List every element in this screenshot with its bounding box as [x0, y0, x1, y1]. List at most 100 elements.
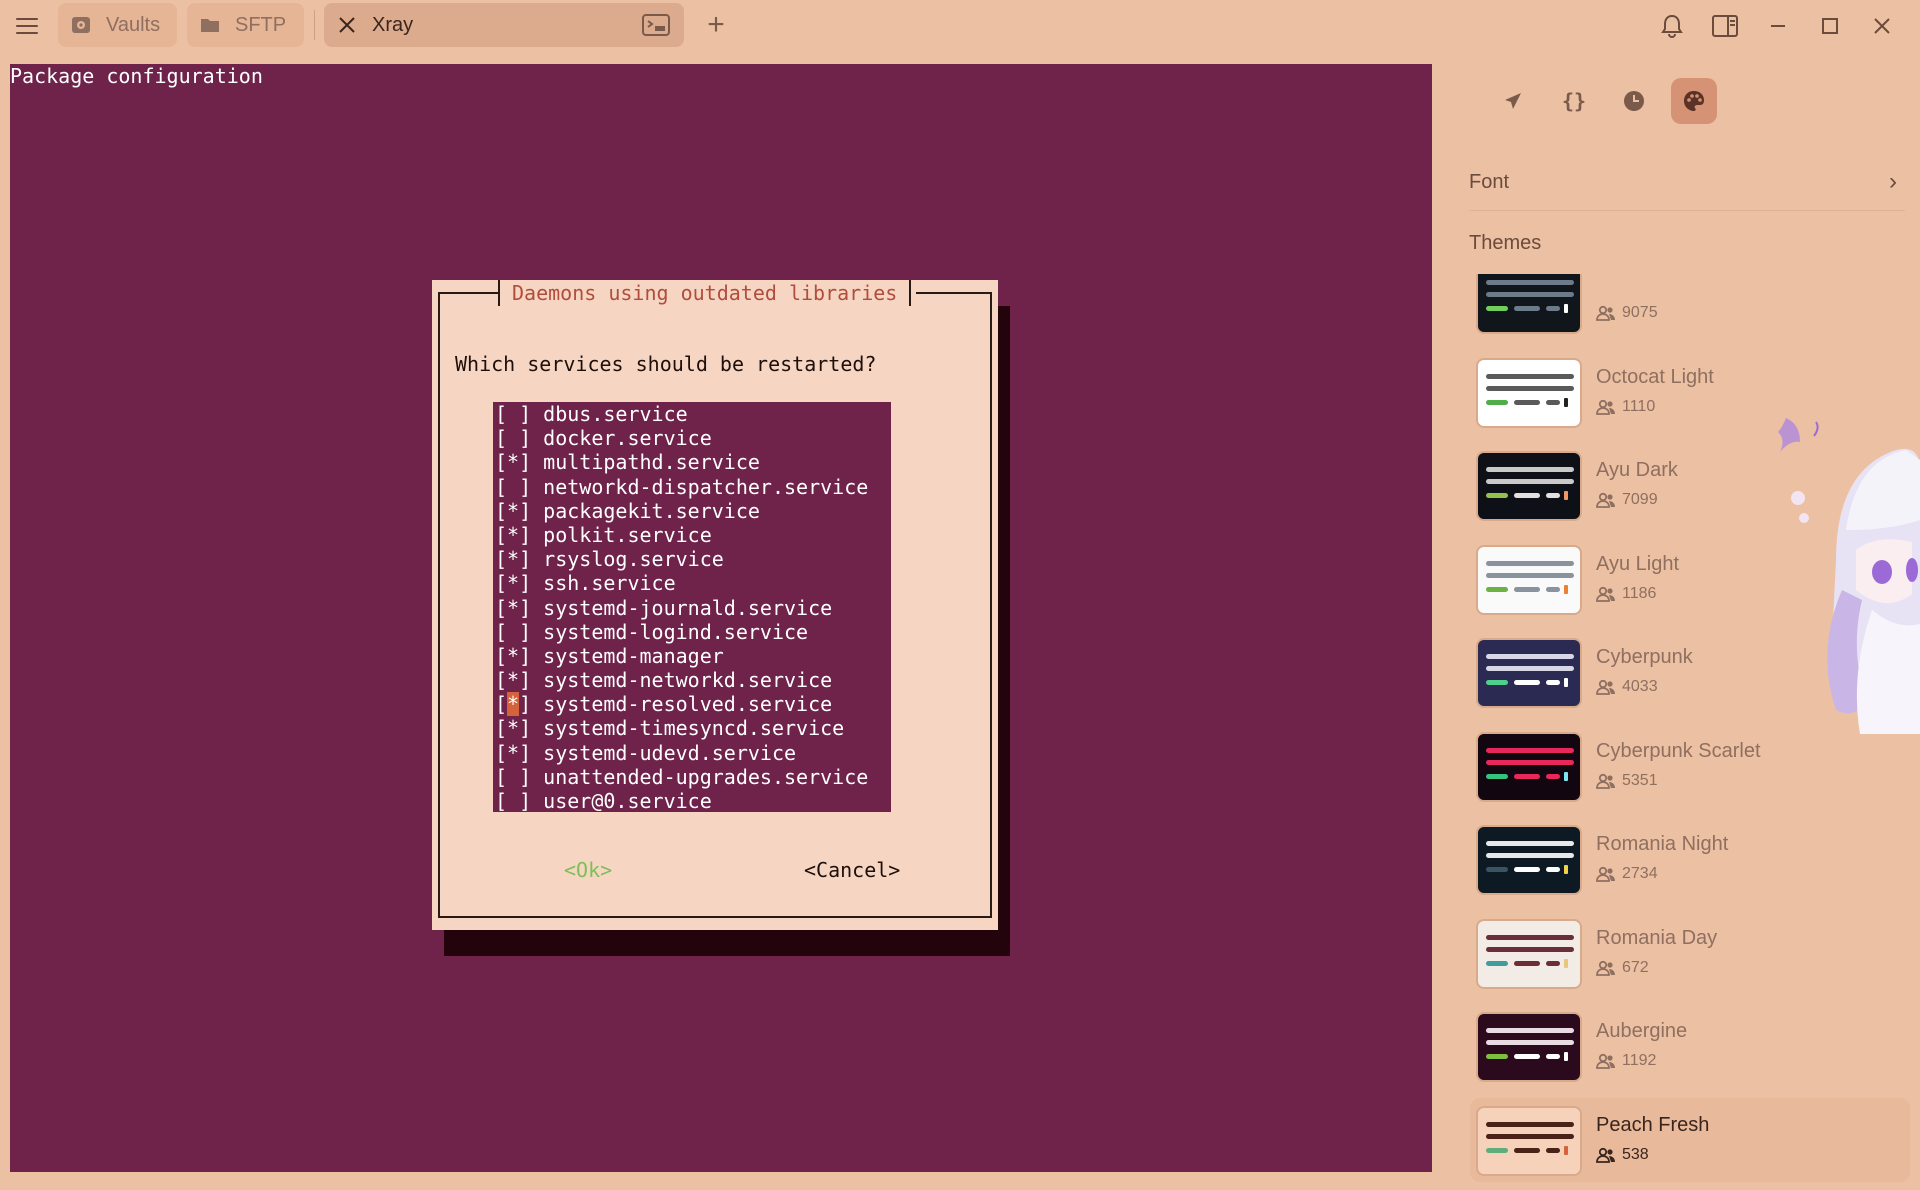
users-icon [1596, 305, 1615, 321]
service-item[interactable]: [ ] dbus.service [493, 402, 891, 426]
window-close-icon[interactable] [1868, 12, 1896, 40]
braces-icon[interactable]: {} [1551, 78, 1597, 124]
tab-bar: Vaults SFTP Xray + [0, 0, 1920, 52]
history-icon[interactable] [1611, 78, 1657, 124]
theme-item[interactable]: Peach Fresh 538 [1470, 1097, 1910, 1182]
theme-name: Ayu Dark [1596, 459, 1678, 481]
service-checkbox[interactable]: [*] [495, 571, 531, 595]
dialog-frame [916, 292, 992, 294]
terminal-view[interactable]: Package configuration Daemons using outd… [10, 64, 1432, 1172]
sidebar-toggle-icon[interactable] [1711, 12, 1739, 40]
cancel-button[interactable]: <Cancel> [804, 858, 900, 882]
palette-icon[interactable] [1671, 78, 1717, 124]
service-item[interactable]: [*] polkit.service [493, 523, 891, 547]
tab-divider [314, 10, 315, 40]
service-checkbox[interactable]: [*] [495, 547, 531, 571]
theme-usage-count: 1192 [1596, 1052, 1656, 1070]
service-name: systemd-logind.service [543, 619, 809, 644]
theme-preview [1476, 825, 1582, 895]
service-item[interactable]: [*] systemd-timesyncd.service [493, 716, 891, 740]
service-checkbox[interactable]: [*] [495, 499, 531, 523]
mascot-illustration [1776, 410, 1920, 746]
theme-preview [1476, 638, 1582, 708]
theme-count-value: 4033 [1622, 678, 1658, 695]
bell-icon[interactable] [1658, 12, 1686, 40]
theme-preview [1476, 1105, 1582, 1176]
theme-name: Cyberpunk Scarlet [1596, 739, 1761, 762]
service-checkbox[interactable]: [ ] [495, 475, 531, 499]
theme-count-value: 7099 [1622, 491, 1658, 508]
service-item[interactable]: [*] packagekit.service [493, 499, 891, 523]
service-checkbox[interactable]: [ ] [495, 789, 531, 813]
service-name: systemd-networkd.service [543, 668, 833, 693]
theme-item[interactable]: 9075 [1470, 274, 1910, 340]
service-checkbox[interactable]: [ ] [495, 620, 531, 644]
theme-usage-count: 1110 [1596, 398, 1655, 416]
themes-heading: Themes [1469, 232, 1542, 254]
service-item[interactable]: [*] systemd-networkd.service [493, 668, 891, 692]
theme-count-value: 2734 [1622, 865, 1658, 882]
service-item[interactable]: [ ] systemd-logind.service [493, 620, 891, 644]
cursor-highlight: * [507, 692, 520, 717]
users-icon [1596, 399, 1615, 415]
service-name: systemd-udevd.service [543, 740, 797, 765]
theme-preview [1476, 1012, 1582, 1082]
service-item[interactable]: [*] ssh.service [493, 571, 891, 595]
service-checkbox[interactable]: [ ] [495, 402, 531, 426]
theme-count-value: 1192 [1622, 1052, 1657, 1069]
service-item[interactable]: [ ] user@0.service [493, 789, 891, 813]
service-item[interactable]: [*] systemd-manager [493, 644, 891, 668]
close-icon[interactable] [336, 14, 358, 36]
service-item[interactable]: [ ] docker.service [493, 426, 891, 450]
new-tab-icon[interactable]: + [702, 10, 730, 40]
tab-vaults[interactable]: Vaults [58, 3, 177, 47]
terminal-icon[interactable] [642, 14, 670, 42]
theme-usage-count: 1186 [1596, 585, 1656, 603]
theme-preview [1476, 544, 1582, 615]
service-item[interactable]: [*] systemd-journald.service [493, 596, 891, 620]
service-checkbox[interactable]: [*] [495, 741, 531, 765]
users-icon [1596, 960, 1615, 976]
service-name: docker.service [543, 426, 712, 451]
service-item[interactable]: [ ] networkd-dispatcher.service [493, 475, 891, 499]
service-list[interactable]: [ ] dbus.service[ ] docker.service [*] mu… [493, 402, 891, 813]
service-item[interactable]: [*] systemd-resolved.service [493, 692, 891, 717]
service-item[interactable]: [ ] unattended-upgrades.service [493, 765, 891, 789]
service-checkbox[interactable]: [*] [495, 668, 531, 692]
service-checkbox[interactable]: [*] [495, 450, 531, 474]
menu-icon[interactable] [14, 13, 40, 39]
service-checkbox[interactable]: [ ] [495, 426, 531, 450]
terminal-header: Package configuration [10, 64, 263, 88]
service-checkbox[interactable]: [ ] [495, 765, 531, 789]
service-name: polkit.service [543, 522, 712, 547]
service-name: rsyslog.service [543, 547, 724, 572]
service-checkbox[interactable]: [*] [495, 644, 531, 668]
maximize-icon[interactable] [1816, 12, 1844, 40]
theme-count-value: 1186 [1622, 584, 1657, 602]
service-item[interactable]: [*] systemd-udevd.service [493, 741, 891, 765]
tab-sftp[interactable]: SFTP [187, 3, 304, 47]
theme-item[interactable]: Romania Day 672 [1470, 911, 1910, 995]
theme-item[interactable]: Aubergine 1192 [1470, 1004, 1910, 1088]
users-icon [1596, 586, 1615, 602]
service-item[interactable]: [*] rsyslog.service [493, 547, 891, 571]
theme-item[interactable]: Romania Night 2734 [1470, 817, 1910, 901]
ok-button[interactable]: <Ok> [564, 858, 612, 882]
theme-count-value: 672 [1622, 958, 1649, 976]
service-checkbox[interactable]: [*] [495, 523, 531, 547]
service-checkbox[interactable]: [*] [495, 596, 531, 620]
service-name: systemd-manager [543, 643, 724, 668]
users-icon [1596, 1053, 1615, 1069]
rocket-icon[interactable] [1490, 78, 1536, 124]
tab-xray[interactable]: Xray [324, 3, 684, 47]
minimize-icon[interactable] [1764, 12, 1792, 40]
service-checkbox[interactable]: [*] [495, 692, 531, 717]
service-checkbox[interactable]: [*] [495, 716, 531, 740]
dialog-frame [438, 292, 498, 294]
font-setting-row[interactable]: Font › [1469, 162, 1899, 202]
theme-usage-count: 9075 [1596, 304, 1658, 322]
users-icon [1596, 866, 1615, 882]
dialog-question: Which services should be restarted? [455, 352, 877, 376]
service-item[interactable]: [*] multipathd.service [493, 450, 891, 474]
users-icon [1596, 773, 1615, 789]
